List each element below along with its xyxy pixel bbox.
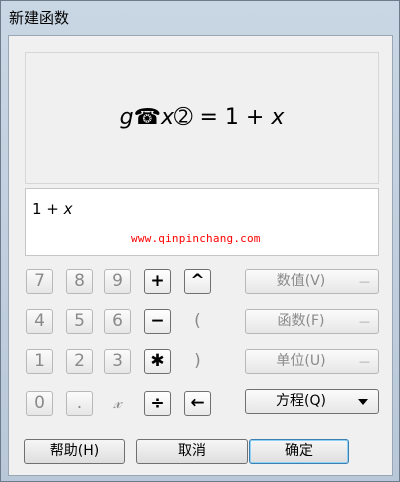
key-divide[interactable]: ÷ <box>144 391 171 416</box>
key-9[interactable]: 9 <box>104 269 131 294</box>
rhs-variable-x: x <box>271 105 285 130</box>
expression-editor[interactable]: 1 + x www.qinpinchang.com <box>25 188 379 256</box>
variable-x: x <box>161 105 175 130</box>
value-dropdown-icon: — <box>359 275 370 288</box>
title-bar[interactable]: 新建函数 <box>1 1 399 35</box>
key-7[interactable]: 7 <box>26 269 53 294</box>
key-plus[interactable]: + <box>144 269 171 294</box>
key-dot[interactable]: . <box>66 391 93 416</box>
value-button[interactable]: 数值(V) — <box>245 269 379 294</box>
key-8[interactable]: 8 <box>66 269 93 294</box>
unit-dropdown-icon: — <box>359 355 370 368</box>
key-variable-x[interactable]: 𝓍 <box>104 391 131 416</box>
function-button[interactable]: 函数(F) — <box>245 309 379 334</box>
key-multiply[interactable]: ✱ <box>144 349 171 374</box>
equals-expression: = 1 + <box>199 105 272 130</box>
function-dropdown-icon: — <box>359 315 370 328</box>
window-title: 新建函数 <box>9 9 70 27</box>
close-paren-glyph: ➁ <box>174 105 193 130</box>
equation-button[interactable]: 方程(Q) <box>245 389 379 414</box>
new-function-dialog: 新建函数 g☎x➁ = 1 + x 1 + x www.qinpinchang.… <box>0 0 400 482</box>
key-backspace[interactable]: ← <box>184 391 211 416</box>
formula-text: g☎x➁ = 1 + x <box>26 105 378 130</box>
editor-variable: x <box>63 200 73 218</box>
editor-text[interactable]: 1 + x <box>32 200 73 218</box>
key-right-paren[interactable]: ) <box>184 349 211 374</box>
key-4[interactable]: 4 <box>26 309 53 334</box>
key-caret[interactable]: ^ <box>184 269 211 294</box>
key-1[interactable]: 1 <box>26 349 53 374</box>
open-paren-glyph: ☎ <box>133 105 162 130</box>
value-button-label: 数值(V) <box>276 273 326 289</box>
editor-prefix: 1 + <box>32 200 64 218</box>
key-3[interactable]: 3 <box>104 349 131 374</box>
dialog-client: g☎x➁ = 1 + x 1 + x www.qinpinchang.com 7… <box>8 35 393 476</box>
key-minus[interactable]: − <box>144 309 171 334</box>
help-button[interactable]: 帮助(H) <box>24 439 125 464</box>
caret-down-icon <box>358 399 368 405</box>
key-2[interactable]: 2 <box>66 349 93 374</box>
equation-button-label: 方程(Q) <box>276 393 326 409</box>
unit-button[interactable]: 单位(U) — <box>245 349 379 374</box>
formula-preview: g☎x➁ = 1 + x <box>25 52 379 184</box>
watermark-text: www.qinpinchang.com <box>131 232 261 245</box>
function-button-label: 函数(F) <box>277 313 325 329</box>
key-6[interactable]: 6 <box>104 309 131 334</box>
ok-button[interactable]: 确定 <box>249 439 349 464</box>
function-name: g <box>119 105 134 130</box>
key-5[interactable]: 5 <box>66 309 93 334</box>
key-left-paren[interactable]: ( <box>184 309 211 334</box>
key-0[interactable]: 0 <box>26 391 53 416</box>
cancel-button[interactable]: 取消 <box>136 439 248 464</box>
unit-button-label: 单位(U) <box>276 353 326 369</box>
